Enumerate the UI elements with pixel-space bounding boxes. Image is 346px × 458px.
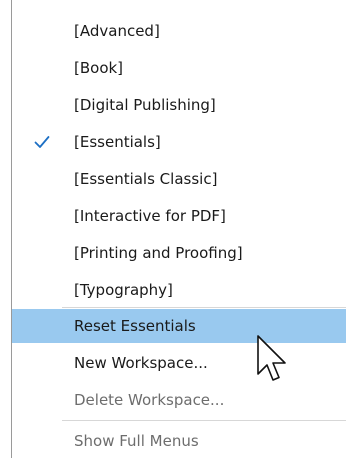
menu-item-label: Reset Essentials [74,317,196,335]
menu-item-label: Show Full Menus [74,432,199,450]
menu-item-advanced[interactable]: [Advanced] [12,14,346,48]
menu-item-label: [Book] [74,59,124,77]
menu-item-label: [Interactive for PDF] [74,207,226,225]
menu-item-label: [Essentials] [74,133,161,151]
menu-item-typography[interactable]: [Typography] [12,273,346,307]
mouse-pointer-icon [257,335,286,381]
show-full-menus-menu-item[interactable]: Show Full Menus [12,424,346,458]
menu-item-essentials-classic[interactable]: [Essentials Classic] [12,162,346,196]
menu-separator [62,307,346,308]
menu-item-interactive-for-pdf[interactable]: [Interactive for PDF] [12,199,346,233]
menu-separator [62,420,346,421]
menu-item-essentials[interactable]: [Essentials] [12,125,346,159]
workspace-menu: [Advanced] [Book] [Digital Publishing] [… [0,0,346,458]
check-icon [34,136,50,148]
menu-item-label: Delete Workspace... [74,391,225,409]
menu-item-label: [Digital Publishing] [74,96,216,114]
menu-item-label: [Advanced] [74,22,160,40]
menu-item-label: [Typography] [74,281,173,299]
menu-item-label: [Printing and Proofing] [74,244,243,262]
delete-workspace-menu-item: Delete Workspace... [12,383,346,417]
new-workspace-menu-item[interactable]: New Workspace... [12,346,346,380]
menu-item-printing-and-proofing[interactable]: [Printing and Proofing] [12,236,346,270]
menu-item-digital-publishing[interactable]: [Digital Publishing] [12,88,346,122]
menu-item-label: New Workspace... [74,354,208,372]
menu-item-label: [Essentials Classic] [74,170,218,188]
reset-essentials-menu-item[interactable]: Reset Essentials [12,309,346,343]
menu-item-book[interactable]: [Book] [12,51,346,85]
